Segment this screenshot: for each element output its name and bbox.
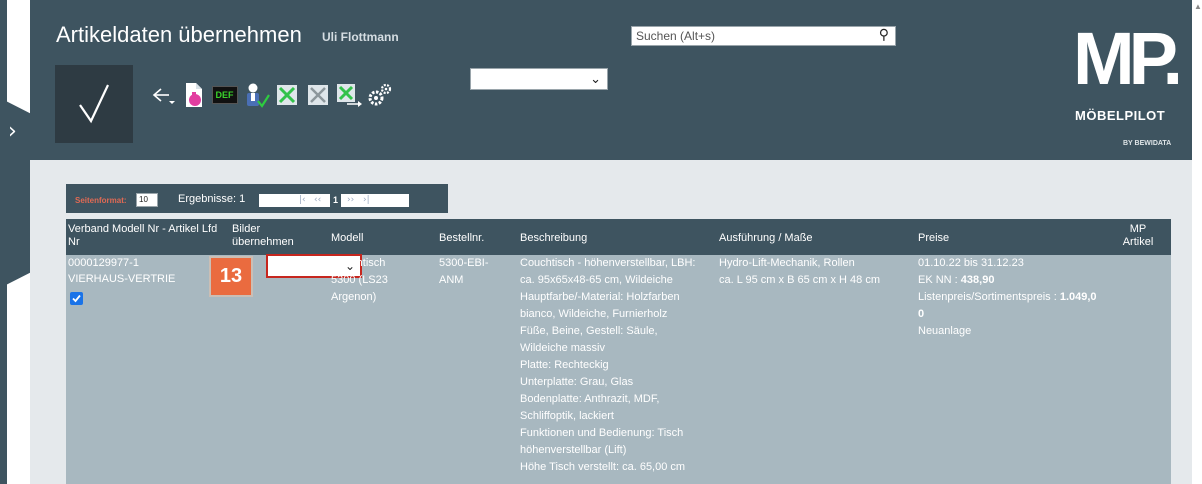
pagination: |‹ ‹‹ 1 ›› ›| xyxy=(259,194,409,207)
cell-modell-2: 5300 (LS23 xyxy=(331,274,388,286)
user-check-icon xyxy=(246,83,270,108)
next-page-link[interactable]: ›› xyxy=(347,194,354,207)
col-bestellnr: Bestellnr. xyxy=(439,232,485,244)
logo-mark: MP. xyxy=(1073,17,1183,100)
desc-line: Bodenplatte: Anthrazit, MDF, xyxy=(520,393,660,405)
checkbox-check-icon xyxy=(72,294,81,303)
action-select[interactable]: ⌄ xyxy=(470,68,608,90)
cell-beschreibung: Couchtisch - höhenverstellbar, LBH: ca. … xyxy=(520,255,695,476)
price-list-value: 1.049,0 xyxy=(1059,291,1097,303)
cell-bestellnr-2: ANM xyxy=(439,274,464,286)
default-button[interactable]: DEF xyxy=(210,81,239,109)
cell-bestellnr-1: 5300-EBI- xyxy=(439,257,489,269)
pager-bar: Seitenformat: 10 Ergebnisse: 1 |‹ ‹‹ 1 ›… xyxy=(66,184,448,213)
confirm-button[interactable] xyxy=(55,65,133,143)
first-page-link[interactable]: |‹ xyxy=(299,194,306,207)
col-preise: Preise xyxy=(918,232,950,244)
current-page[interactable]: 1 xyxy=(330,194,341,207)
col-beschreibung: Beschreibung xyxy=(520,232,588,244)
col-verband: Verband Modell Nr - Artikel Lfd Nr xyxy=(68,223,218,248)
desc-line: ca. 95x65x48-65 cm, Wildeiche xyxy=(520,274,673,286)
user-name: Uli Flottmann xyxy=(322,30,399,44)
new-document-button[interactable] xyxy=(179,81,208,109)
desc-line: Hauptfarbe/-Material: Holzfarben xyxy=(520,291,680,303)
step-badge: 13 xyxy=(211,258,251,295)
gears-icon xyxy=(368,83,391,106)
col-ausfuehrung: Ausführung / Maße xyxy=(719,232,813,244)
close-arrow-icon xyxy=(336,84,362,107)
desc-line: Platte: Rechteckig xyxy=(520,359,609,371)
cell-preise: 01.10.22 bis 31.12.23 EK NN : 438,90 Lis… xyxy=(918,255,1097,340)
scroll-up-icon[interactable]: ▲ xyxy=(1194,2,1202,11)
desc-line: Füße, Beine, Gestell: Säule, xyxy=(520,325,658,337)
delete-green-button[interactable] xyxy=(272,81,301,109)
desc-line: Wildeiche massiv xyxy=(520,342,605,354)
col-modell: Modell xyxy=(331,232,364,244)
last-page-link[interactable]: ›| xyxy=(363,194,370,207)
page-title: Artikeldaten übernehmen xyxy=(56,22,302,47)
result-count: Ergebnisse: 1 xyxy=(178,193,246,205)
price-list: Listenpreis/Sortimentspreis : 1.049,0 xyxy=(918,289,1097,306)
cell-modell-1: Couchtisch xyxy=(331,257,386,269)
desc-line: bianco, Wildeiche, Furnierholz xyxy=(520,308,668,320)
cell-ausfuehrung-2: ca. L 95 cm x B 65 cm x H 48 cm xyxy=(719,274,880,286)
checkmark-icon xyxy=(79,84,109,124)
def-icon: DEF xyxy=(211,86,238,104)
search-input[interactable] xyxy=(632,27,862,45)
cell-ausfuehrung-1: Hydro-Lift-Mechanik, Rollen xyxy=(719,257,855,269)
desc-line: Höhe Tisch verstellt: ca. 65,00 cm xyxy=(520,461,686,473)
back-button[interactable] xyxy=(148,81,177,109)
user-assign-button[interactable] xyxy=(241,81,270,109)
price-period: 01.10.22 bis 31.12.23 xyxy=(918,257,1024,269)
moebelpilot-logo: MP. MÖBELPILOT BY BEWIDATA xyxy=(1073,17,1183,154)
table-header: Verband Modell Nr - Artikel Lfd Nr Bilde… xyxy=(66,219,1171,255)
close-gray-icon xyxy=(307,85,328,105)
desc-line: Unterplatte: Grau, Glas xyxy=(520,376,634,388)
cell-artikel-nr: 0000129977-1 xyxy=(68,257,139,269)
desc-line: Funktionen und Bedienung: Tisch xyxy=(520,427,684,439)
cell-lieferant: VIERHAUS-VERTRIE xyxy=(68,273,176,285)
price-status: Neuanlage xyxy=(918,325,972,337)
sidebar-toggle[interactable]: › xyxy=(0,98,30,288)
page-size-input[interactable]: 10 xyxy=(136,193,158,207)
chevron-right-icon: › xyxy=(8,119,17,144)
price-list-label: Listenpreis/Sortimentspreis : xyxy=(918,291,1060,303)
desc-line: höhenverstellbar (Lift) xyxy=(520,444,627,456)
col-mp-artikel: MP Artikel xyxy=(1122,223,1154,248)
desc-line: Schliffoptik, lackiert xyxy=(520,410,614,422)
logo-name: MÖBELPILOT xyxy=(1075,108,1166,123)
document-pointer-icon xyxy=(185,83,202,107)
search-icon[interactable]: ⚲ xyxy=(879,27,889,43)
delete-button[interactable] xyxy=(303,81,332,109)
scrollbar[interactable]: ▲ xyxy=(1192,0,1202,484)
page-size-label: Seitenformat: xyxy=(75,196,127,205)
desc-line: Couchtisch - höhenverstellbar, LBH: xyxy=(520,257,696,269)
article-table: Verband Modell Nr - Artikel Lfd Nr Bilde… xyxy=(66,219,1171,484)
cell-modell-3: Argenon) xyxy=(331,291,377,303)
chevron-down-icon: ⌄ xyxy=(590,71,601,86)
price-ek: EK NN : 438,90 xyxy=(918,272,1097,289)
col-bilder: Bilder übernehmen xyxy=(232,223,294,248)
app-header: Artikeldaten übernehmen Uli Flottmann ⚲ xyxy=(30,0,1192,160)
content-area: Seitenformat: 10 Ergebnisse: 1 |‹ ‹‹ 1 ›… xyxy=(30,160,1192,484)
close-green-icon xyxy=(276,85,297,105)
logo-by: BY BEWIDATA xyxy=(1123,140,1172,147)
toolbar: DEF xyxy=(148,80,396,110)
price-list-value-cont: 0 xyxy=(918,308,925,320)
prev-page-link[interactable]: ‹‹ xyxy=(314,194,321,207)
app-window: › Artikeldaten übernehmen Uli Flottmann … xyxy=(0,0,1202,484)
price-ek-value: 438,90 xyxy=(960,274,995,286)
back-arrow-icon xyxy=(152,88,175,104)
delete-export-button[interactable] xyxy=(334,81,363,109)
search-box[interactable]: ⚲ xyxy=(631,26,896,46)
price-ek-label: EK NN : xyxy=(918,274,961,286)
row-checkbox[interactable] xyxy=(70,292,83,305)
settings-button[interactable] xyxy=(365,81,394,109)
